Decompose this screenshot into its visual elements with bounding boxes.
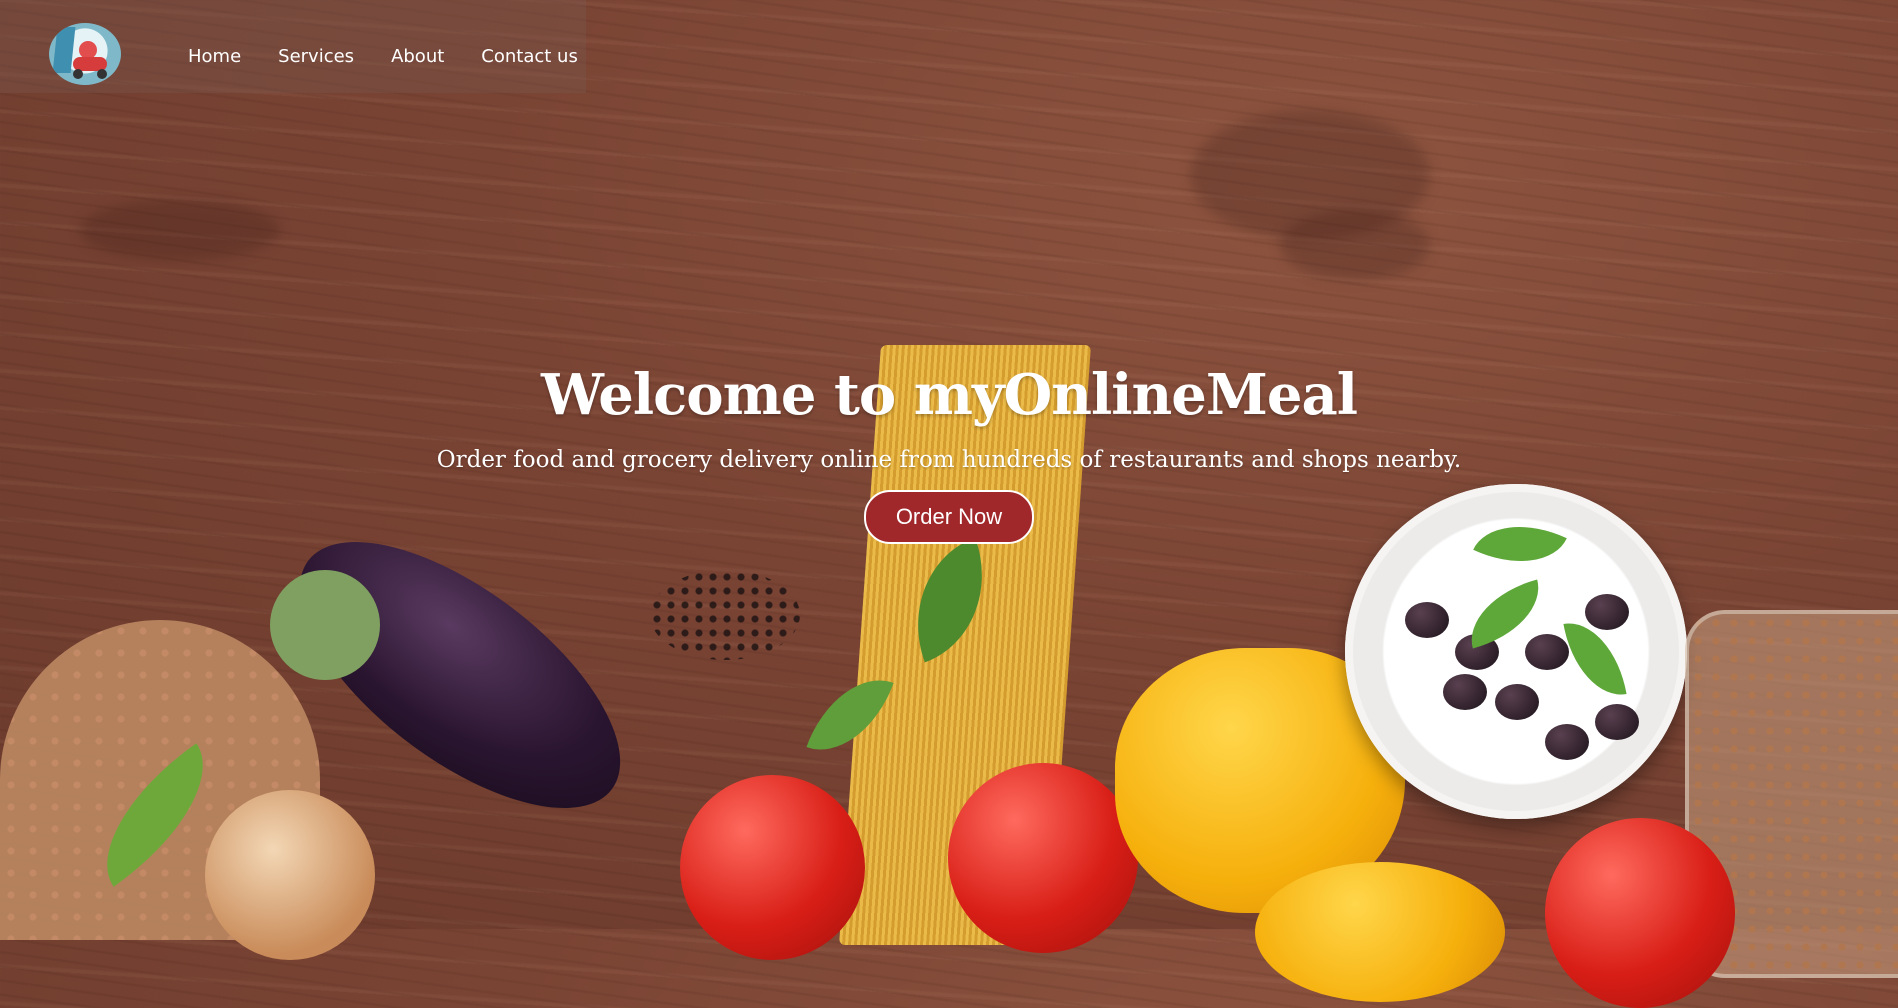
order-now-button[interactable]: Order Now bbox=[863, 490, 1035, 544]
delivery-scooter-logo-icon[interactable] bbox=[49, 23, 121, 85]
hero-title: Welcome to myOnlineMeal bbox=[540, 362, 1358, 428]
nav-link-contact[interactable]: Contact us bbox=[481, 46, 578, 67]
nav-link-about[interactable]: About bbox=[391, 46, 444, 67]
hero-subtitle: Order food and grocery delivery online f… bbox=[436, 447, 1462, 473]
nav-links: Home Services About Contact us bbox=[188, 0, 615, 112]
nav-link-home[interactable]: Home bbox=[188, 46, 241, 67]
hero-section: Welcome to myOnlineMeal Order food and g… bbox=[0, 350, 1898, 544]
onion-image bbox=[205, 790, 375, 960]
tomato-image bbox=[1545, 818, 1735, 1008]
navbar: Home Services About Contact us bbox=[0, 0, 586, 93]
tomato-image bbox=[680, 775, 865, 960]
wood-stain bbox=[1280, 210, 1430, 280]
tomato-image bbox=[948, 763, 1138, 953]
yellow-pepper-image bbox=[1255, 862, 1505, 1002]
nav-link-services[interactable]: Services bbox=[278, 46, 354, 67]
eggplant-stem-image bbox=[270, 570, 380, 680]
wood-stain bbox=[80, 200, 280, 260]
peppercorns-image bbox=[650, 570, 800, 660]
